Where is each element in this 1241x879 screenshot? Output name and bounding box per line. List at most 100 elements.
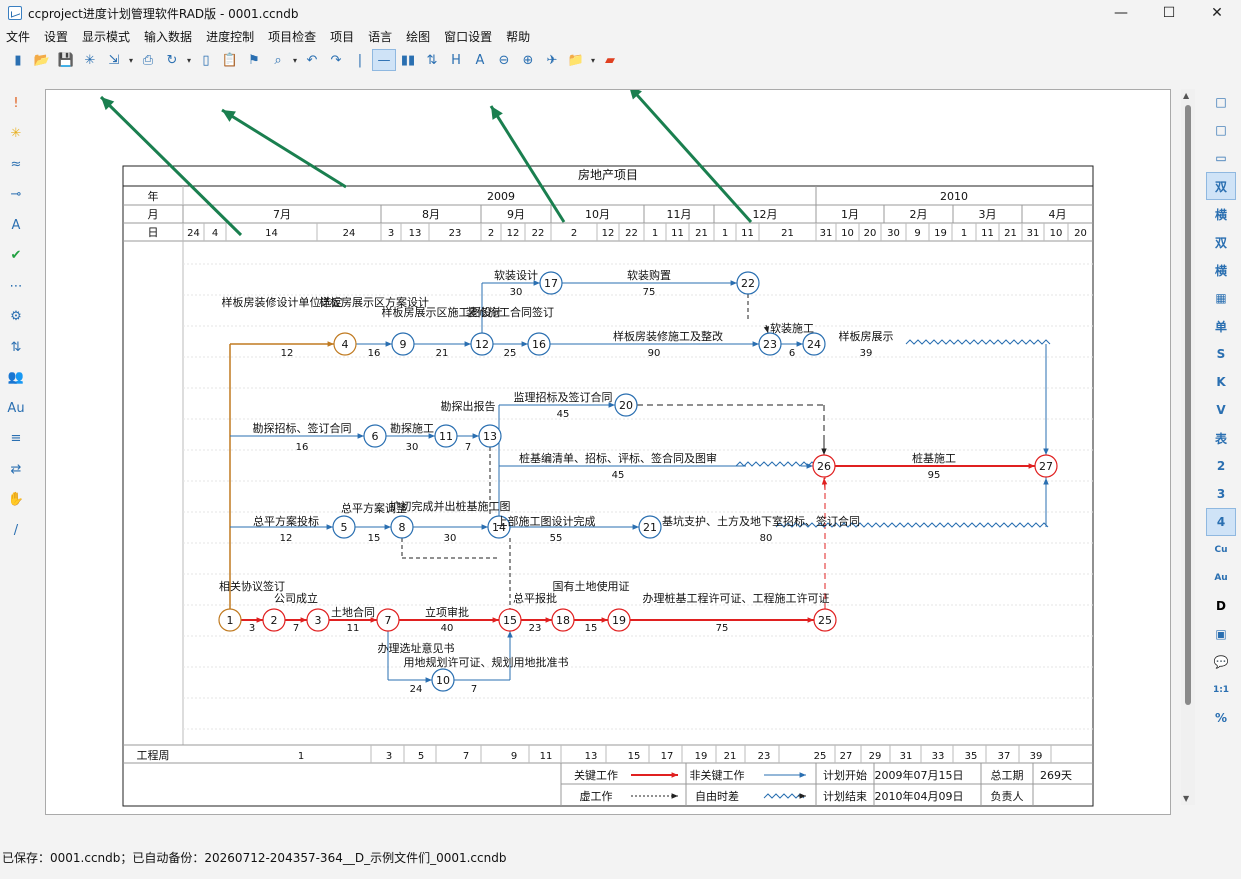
right-tool-17[interactable]: Au [1206, 564, 1236, 592]
separator-icon[interactable]: | [348, 49, 372, 71]
menu-item-4[interactable]: 进度控制 [206, 28, 254, 45]
maximize-button[interactable]: ☐ [1145, 0, 1193, 26]
text-a-icon[interactable]: A [468, 49, 492, 71]
arrowhead [507, 631, 513, 638]
right-tool-12[interactable]: 表 [1206, 424, 1236, 452]
zoom-in-icon[interactable]: ⊕ [516, 49, 540, 71]
year-2010: 2010 [940, 190, 968, 203]
right-tool-8[interactable]: 单 [1206, 312, 1236, 340]
right-tool-5[interactable]: 双 [1206, 228, 1236, 256]
right-tool-11[interactable]: V [1206, 396, 1236, 424]
au-icon[interactable]: Au [0, 393, 32, 424]
right-tool-20[interactable]: 💬 [1206, 648, 1236, 676]
minimize-button[interactable]: — [1097, 0, 1145, 26]
plane-icon[interactable]: ✈ [540, 49, 564, 71]
undo-icon[interactable]: ↶ [300, 49, 324, 71]
right-tool-14[interactable]: 3 [1206, 480, 1236, 508]
sort-icon[interactable]: ⇅ [0, 332, 32, 363]
week-18: 37 [998, 751, 1011, 762]
node-label-2: 2 [271, 614, 278, 627]
dropdown-icon[interactable]: ▾ [290, 49, 300, 71]
save-icon[interactable]: 💾 [54, 49, 78, 71]
bar-icon[interactable]: ▮▮ [396, 49, 420, 71]
menu-item-0[interactable]: 文件 [6, 28, 30, 45]
close-button[interactable]: ✕ [1193, 0, 1241, 26]
right-tool-13[interactable]: 2 [1206, 452, 1236, 480]
right-tool-6[interactable]: 横 [1206, 256, 1236, 284]
scroll-down-icon[interactable]: ▼ [1183, 794, 1189, 803]
filter-icon[interactable]: ≡ [0, 424, 32, 455]
menu-item-10[interactable]: 帮助 [506, 28, 530, 45]
wand-icon[interactable]: / [0, 515, 32, 546]
star-icon[interactable]: ✳ [0, 119, 32, 150]
menu-item-6[interactable]: 项目 [330, 28, 354, 45]
node-label-11: 11 [439, 430, 453, 443]
star-icon[interactable]: ✳ [78, 49, 102, 71]
right-tool-0[interactable]: □ [1206, 88, 1236, 116]
new-icon[interactable]: ▮ [6, 49, 30, 71]
chart-border [122, 165, 1094, 807]
menu-item-7[interactable]: 语言 [368, 28, 392, 45]
line-icon[interactable]: — [372, 49, 396, 71]
node-label-10: 10 [436, 674, 450, 687]
menu-item-3[interactable]: 输入数据 [144, 28, 192, 45]
check-icon[interactable]: ✔ [0, 241, 32, 272]
alert-icon[interactable]: ! [0, 88, 32, 119]
menu-item-5[interactable]: 项目检查 [268, 28, 316, 45]
dropdown-icon[interactable]: ▾ [126, 49, 136, 71]
wave-icon[interactable]: ≈ [0, 149, 32, 180]
link-icon[interactable]: ⊸ [0, 180, 32, 211]
right-tool-9[interactable]: S [1206, 340, 1236, 368]
font-icon[interactable]: A [0, 210, 32, 241]
dots-icon[interactable]: ⋯ [0, 271, 32, 302]
vertical-scrollbar[interactable]: ▲ ▼ [1181, 89, 1195, 805]
right-tool-22[interactable]: % [1206, 704, 1236, 732]
right-toolbar: □ □ ▭ 双横双横 ▦ 单 S K V 表 2 3 4 Cu Au D ▣ 💬 1:1% [1206, 88, 1236, 732]
duration-26: 90 [648, 348, 661, 359]
right-tool-10[interactable]: K [1206, 368, 1236, 396]
menu-item-9[interactable]: 窗口设置 [444, 28, 492, 45]
export-icon[interactable]: ⇲ [102, 49, 126, 71]
gear-icon[interactable]: ⚙ [0, 302, 32, 333]
users-icon[interactable]: 👥 [0, 363, 32, 394]
search-icon[interactable]: ⌕ [266, 49, 290, 71]
duration-20: 12 [281, 348, 294, 359]
menu-item-2[interactable]: 显示模式 [82, 28, 130, 45]
right-tool-7[interactable]: ▦ [1206, 284, 1236, 312]
right-tool-18[interactable]: D [1206, 592, 1236, 620]
format-brush-icon[interactable]: ⚑ [242, 49, 266, 71]
horizontal-scrollbar[interactable] [58, 813, 1170, 821]
hand-icon[interactable]: ✋ [0, 485, 32, 516]
scroll-up-icon[interactable]: ▲ [1183, 91, 1189, 100]
network-canvas[interactable]: 房地产项目年月日 2009 2010 7月 8月 9月 10月 11月 12月 1月 2月 3月 4月 2… [45, 89, 1171, 815]
right-tool-3[interactable]: 双 [1206, 172, 1236, 200]
toolbar: ▮ 📂 💾 ✳ ⇲ ▾ ⎙ ↻ ▾ ▯ 📋 ⚑ ⌕ ▾ ↶ ↷ | — ▮▮ ⇅ H A ⊖ ⊕ ✈ 📁 ▾ ▰ [0, 48, 1241, 72]
folder-icon[interactable]: 📁 [564, 49, 588, 71]
right-tool-2[interactable]: ▭ [1206, 144, 1236, 172]
right-tool-19[interactable]: ▣ [1206, 620, 1236, 648]
sort-icon[interactable]: ⇅ [420, 49, 444, 71]
node-label-1: 1 [227, 614, 234, 627]
dropdown-icon[interactable]: ▾ [588, 49, 598, 71]
paste-icon[interactable]: 📋 [218, 49, 242, 71]
right-tool-4[interactable]: 横 [1206, 200, 1236, 228]
scroll-thumb[interactable] [1185, 105, 1191, 705]
menu-item-8[interactable]: 绘图 [406, 28, 430, 45]
h-icon[interactable]: H [444, 49, 468, 71]
copy-icon[interactable]: ▯ [194, 49, 218, 71]
duration-16: 7 [465, 442, 471, 453]
right-tool-1[interactable]: □ [1206, 116, 1236, 144]
right-tool-21[interactable]: 1:1 [1206, 676, 1236, 704]
right-tool-16[interactable]: Cu [1206, 536, 1236, 564]
zoom-out-icon[interactable]: ⊖ [492, 49, 516, 71]
refresh-icon[interactable]: ↻ [160, 49, 184, 71]
menu-item-1[interactable]: 设置 [44, 28, 68, 45]
open-icon[interactable]: 📂 [30, 49, 54, 71]
swap-icon[interactable]: ⇄ [0, 454, 32, 485]
right-tool-15[interactable]: 4 [1206, 508, 1236, 536]
activity-28: 样板房展示 [839, 329, 894, 343]
print-icon[interactable]: ⎙ [136, 49, 160, 71]
folder-red-icon[interactable]: ▰ [598, 49, 622, 71]
redo-icon[interactable]: ↷ [324, 49, 348, 71]
dropdown-icon[interactable]: ▾ [184, 49, 194, 71]
